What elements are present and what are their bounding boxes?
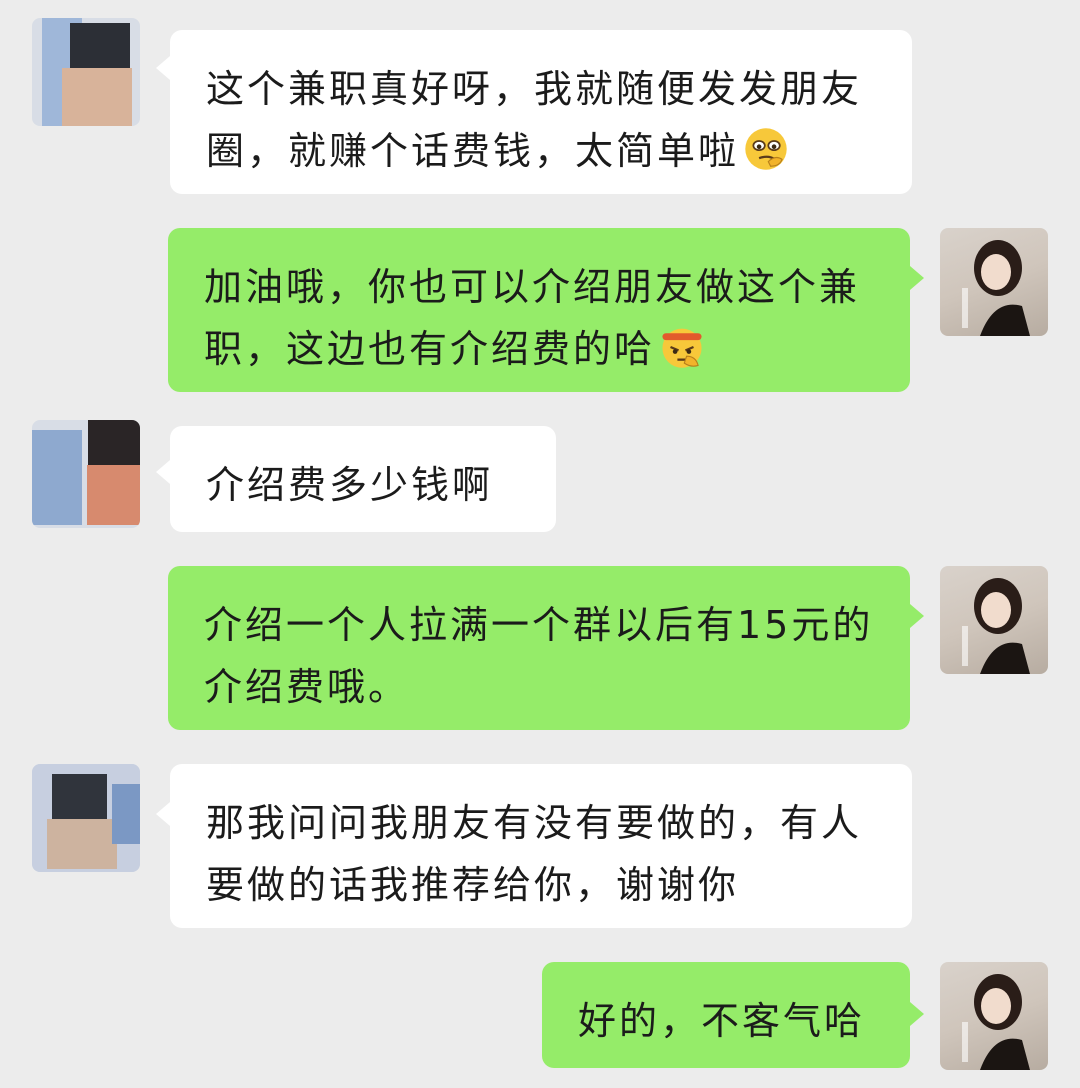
message-text: 介绍一个人拉满一个群以后有15元的介绍费哦。 [204,603,874,709]
my-avatar[interactable] [940,566,1048,674]
message-text: 那我问问我朋友有没有要做的，有人要做的话我推荐给你，谢谢你 [206,801,863,907]
message-text: 介绍费多少钱啊 [206,463,494,507]
contact-avatar[interactable] [32,18,140,126]
message-bubble[interactable]: 加油哦，你也可以介绍朋友做这个兼职，这边也有介绍费的哈 [168,228,910,392]
contact-avatar[interactable] [32,764,140,872]
fighting-face-icon [662,328,702,368]
message-bubble[interactable]: 介绍一个人拉满一个群以后有15元的介绍费哦。 [168,566,910,730]
my-avatar[interactable] [940,228,1048,336]
message-bubble[interactable]: 那我问问我朋友有没有要做的，有人要做的话我推荐给你，谢谢你 [170,764,912,928]
thinking-face-icon [745,128,787,170]
message-text: 加油哦，你也可以介绍朋友做这个兼职，这边也有介绍费的哈 [204,265,861,371]
message-bubble[interactable]: 介绍费多少钱啊 [170,426,556,532]
my-avatar[interactable] [940,962,1048,1070]
message-text: 好的，不客气哈 [578,999,866,1043]
message-bubble[interactable]: 好的，不客气哈 [542,962,910,1068]
message-bubble[interactable]: 这个兼职真好呀，我就随便发发朋友圈，就赚个话费钱，太简单啦 [170,30,912,194]
contact-avatar[interactable] [32,420,140,528]
